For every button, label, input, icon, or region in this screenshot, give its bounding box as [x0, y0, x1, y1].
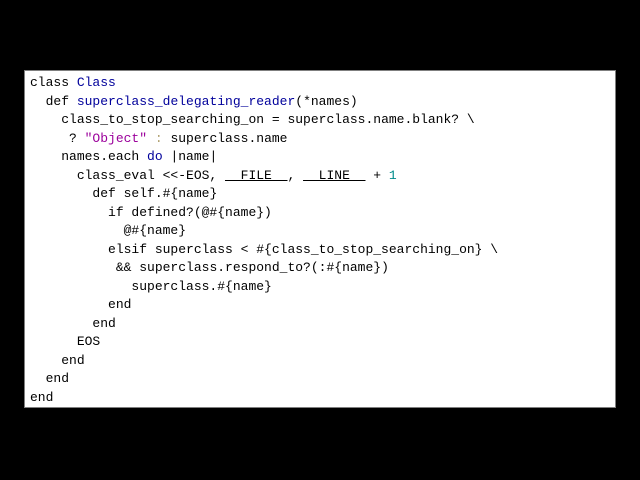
- code-block: class Class def superclass_delegating_re…: [30, 74, 498, 407]
- code-line-2: def superclass_delegating_reader(*names): [30, 93, 498, 112]
- code-line-16: end: [30, 352, 498, 371]
- code-text: superclass.name: [170, 130, 288, 146]
- code-text: ,: [287, 167, 304, 183]
- code-text: class_eval <<-EOS,: [76, 167, 226, 183]
- code-text: def self.#{name}: [92, 186, 218, 201]
- code-text: && superclass.respond_to?(:#{name}): [115, 260, 389, 275]
- code-line-17: end: [30, 370, 498, 389]
- number-literal: 1: [388, 167, 397, 183]
- code-text: end: [61, 352, 85, 368]
- keyword-do: do: [147, 149, 163, 164]
- class-name: Class: [76, 75, 116, 90]
- code-text: end: [45, 371, 70, 386]
- code-text: names.each: [61, 149, 148, 164]
- code-panel: class Class def superclass_delegating_re…: [24, 70, 616, 408]
- code-line-14: end: [30, 315, 498, 334]
- code-text: @#{name}: [123, 223, 187, 238]
- keyword-def: def: [45, 93, 70, 109]
- code-text: class_to_stop_searching_on = superclass.…: [61, 112, 475, 127]
- code-line-12: superclass.#{name}: [30, 278, 498, 297]
- code-line-11: && superclass.respond_to?(:#{name}): [30, 259, 498, 278]
- code-line-6: class_eval <<-EOS, __FILE__, __LINE__ + …: [30, 167, 498, 186]
- ternary-colon: :: [147, 130, 171, 146]
- file-constant: __FILE__: [225, 167, 288, 183]
- string-literal: "Object": [84, 130, 148, 146]
- code-text: end: [30, 389, 54, 405]
- code-line-8: if defined?(@#{name}): [30, 204, 498, 223]
- code-line-7: def self.#{name}: [30, 185, 498, 204]
- code-line-4: ? "Object" : superclass.name: [30, 130, 498, 149]
- code-line-9: @#{name}: [30, 222, 498, 241]
- code-line-1: class Class: [30, 74, 498, 93]
- code-text: end: [92, 315, 116, 331]
- code-text: +: [365, 167, 389, 183]
- code-line-13: end: [30, 296, 498, 315]
- code-line-15: EOS: [30, 333, 498, 352]
- code-text: end: [108, 297, 132, 312]
- code-text: elsif superclass < #{class_to_stop_searc…: [108, 241, 499, 257]
- code-line-10: elsif superclass < #{class_to_stop_searc…: [30, 241, 498, 260]
- code-line-18: end: [30, 389, 498, 408]
- code-line-5: names.each do |name|: [30, 148, 498, 167]
- code-text: |name|: [162, 149, 218, 164]
- method-name: superclass_delegating_reader: [76, 93, 296, 109]
- code-text: if defined?(@#{name}): [108, 204, 272, 220]
- code-text: EOS: [76, 334, 101, 349]
- code-text: superclass.#{name}: [131, 278, 272, 294]
- ternary-question: ?: [69, 130, 85, 146]
- code-line-3: class_to_stop_searching_on = superclass.…: [30, 111, 498, 130]
- keyword-class: class: [30, 75, 70, 90]
- method-args: (*names): [295, 93, 358, 109]
- line-constant: __LINE__: [303, 167, 366, 183]
